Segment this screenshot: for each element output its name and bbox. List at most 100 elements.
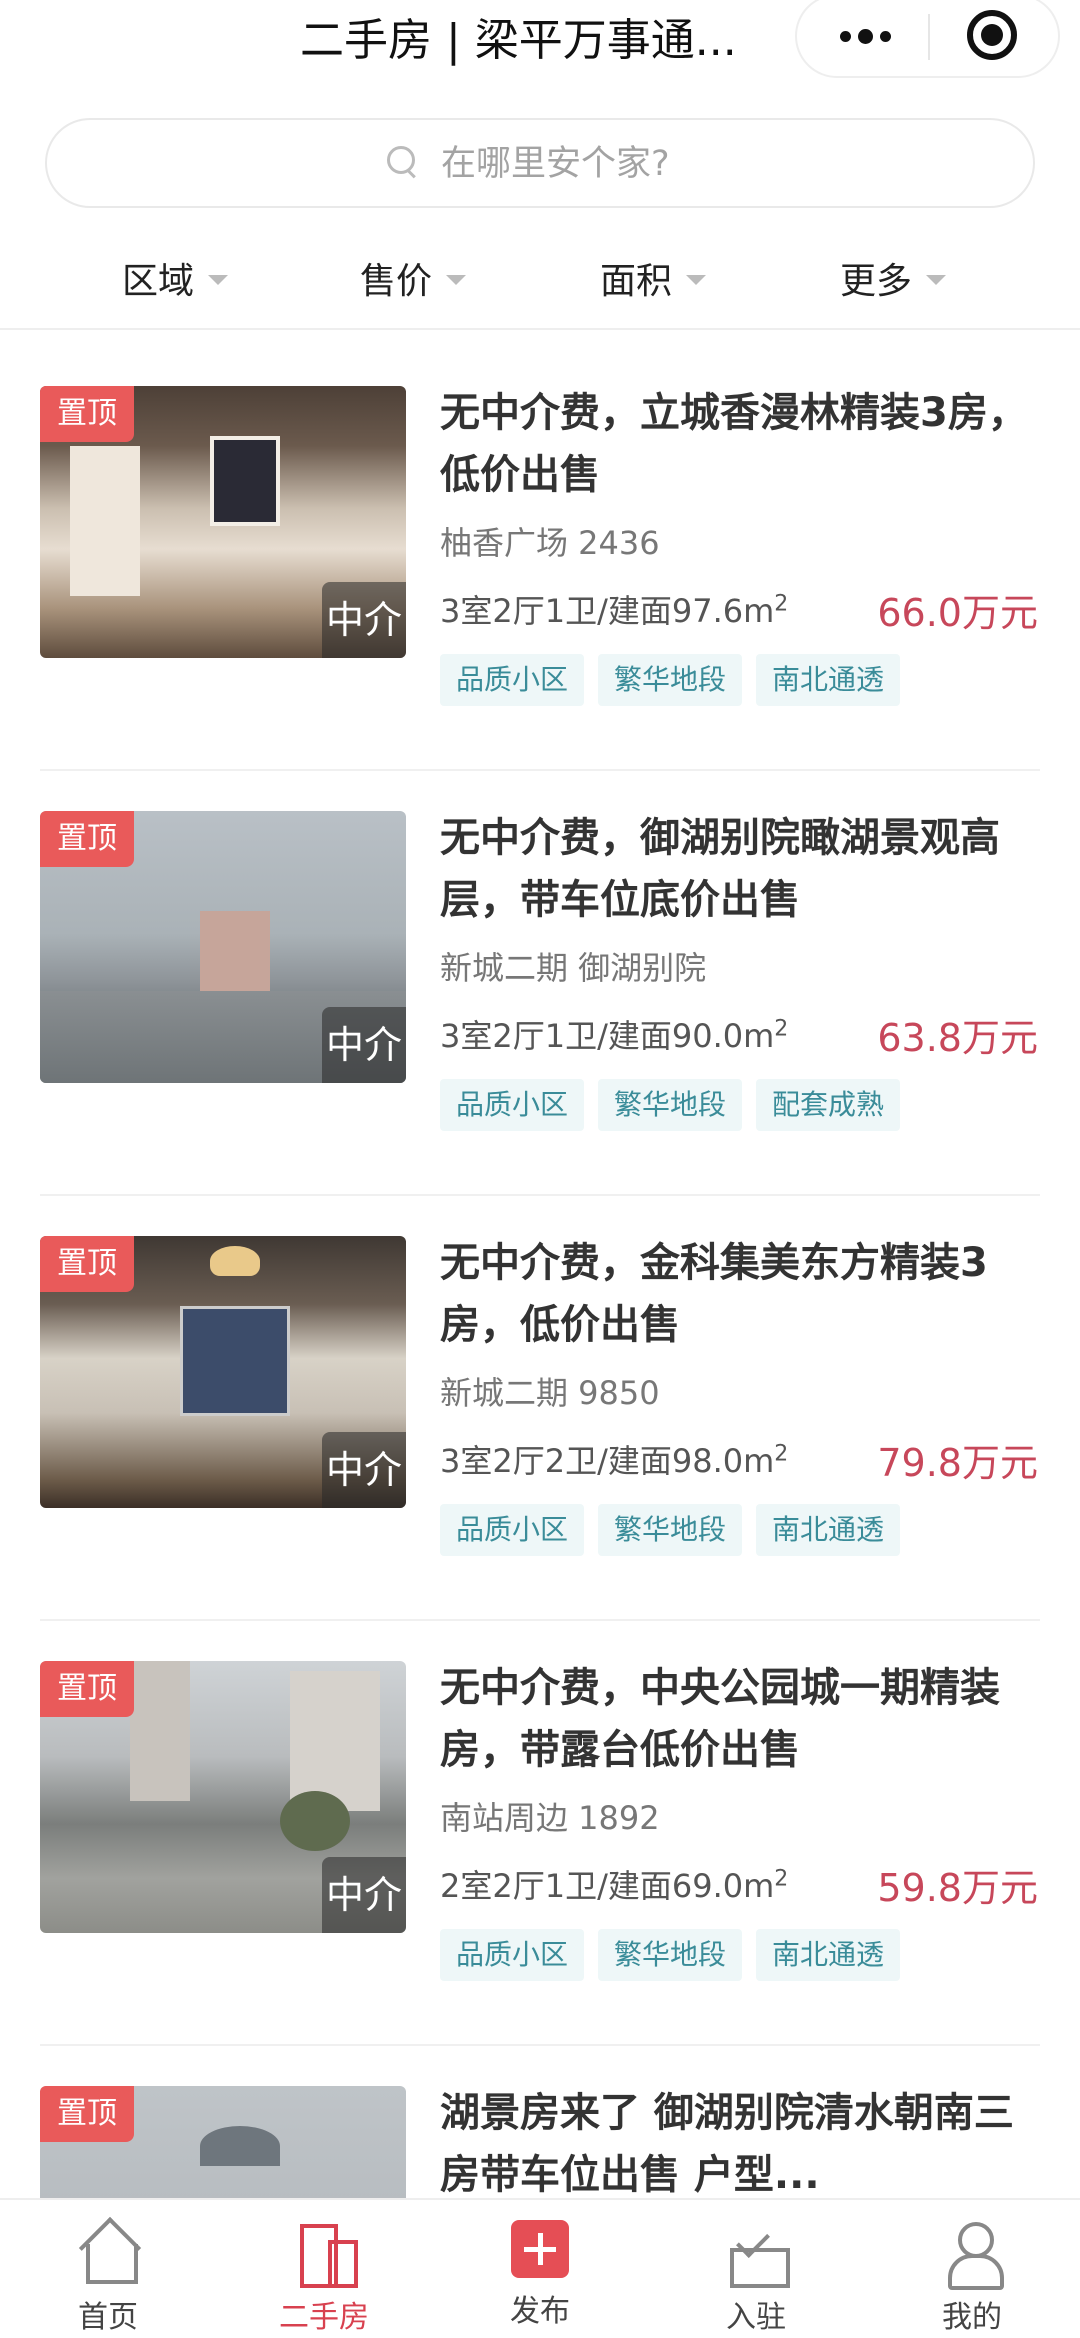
listing-spec: 3室2厅1卫/建面90.0m2 bbox=[440, 1011, 788, 1057]
agent-badge: 中介 bbox=[322, 1007, 406, 1083]
feature-tag: 品质小区 bbox=[440, 1504, 585, 1556]
feature-tag: 配套成熟 bbox=[756, 1079, 901, 1131]
search-icon bbox=[387, 146, 419, 178]
feature-tag: 繁华地段 bbox=[598, 654, 743, 706]
listing-photo[interactable]: 置顶 bbox=[40, 2086, 406, 2198]
listing-title[interactable]: 无中介费，金科集美东方精装3房，低价出售 bbox=[440, 1232, 1040, 1356]
listing-photo[interactable]: 置顶 中介 bbox=[40, 1236, 406, 1508]
feature-tag: 南北通透 bbox=[756, 1929, 901, 1981]
spec-text: 3室2厅1卫/建面97.6m bbox=[440, 592, 775, 630]
tag-list: 品质小区 繁华地段 南北通透 bbox=[440, 1929, 901, 1981]
search-bar[interactable] bbox=[45, 118, 1035, 208]
listing-title[interactable]: 无中介费，御湖别院瞰湖景观高层，带车位底价出售 bbox=[440, 807, 1040, 931]
feature-tag: 南北通透 bbox=[756, 654, 901, 706]
tag-list: 品质小区 繁华地段 南北通透 bbox=[440, 654, 901, 706]
filter-bar: 区域 售价 面积 更多 bbox=[0, 230, 1080, 330]
dropdown-arrow-icon bbox=[926, 275, 947, 285]
listing-spec: 3室2厅2卫/建面98.0m2 bbox=[440, 1436, 788, 1482]
listing-card[interactable]: 置顶 中介 无中介费，御湖别院瞰湖景观高层，带车位底价出售 新城二期 御湖别院 … bbox=[0, 771, 1080, 1196]
filter-label: 区域 bbox=[122, 261, 195, 302]
feature-tag: 繁华地段 bbox=[598, 1079, 743, 1131]
tag-list: 品质小区 繁华地段 南北通透 bbox=[440, 1504, 901, 1556]
filter-label: 售价 bbox=[360, 261, 433, 302]
tab-home[interactable]: 首页 bbox=[48, 2210, 168, 2335]
listing-title[interactable]: 湖景房来了 御湖别院清水朝南三房带车位出售 户型... bbox=[440, 2082, 1040, 2198]
tab-mine[interactable]: 我的 bbox=[912, 2210, 1032, 2335]
spec-sup: 2 bbox=[774, 591, 789, 617]
pinned-badge: 置顶 bbox=[40, 1661, 134, 1717]
tab-label: 发布 bbox=[510, 2294, 570, 2329]
listing-price: 66.0万元 bbox=[877, 591, 1038, 635]
spec-text: 3室2厅2卫/建面98.0m bbox=[440, 1442, 775, 1480]
listing-price: 79.8万元 bbox=[877, 1441, 1038, 1485]
tab-label: 二手房 bbox=[279, 2300, 369, 2335]
filter-label: 面积 bbox=[600, 261, 673, 302]
tab-publish[interactable]: 发布 bbox=[480, 2210, 600, 2334]
user-icon bbox=[940, 2220, 1004, 2290]
listing-title[interactable]: 无中介费，立城香漫林精装3房，低价出售 bbox=[440, 382, 1040, 506]
listing-price: 63.8万元 bbox=[877, 1016, 1038, 1060]
tag-list: 品质小区 繁华地段 配套成熟 bbox=[440, 1079, 901, 1131]
tab-second-hand[interactable]: 二手房 bbox=[264, 2210, 384, 2335]
app-header: 二手房 | 梁平万事通... bbox=[0, 0, 1080, 82]
photo-detail bbox=[70, 446, 140, 596]
spec-text: 3室2厅1卫/建面90.0m bbox=[440, 1017, 775, 1055]
listing-spec: 2室2厅1卫/建面69.0m2 bbox=[440, 1861, 788, 1907]
spec-sup: 2 bbox=[774, 1866, 789, 1892]
tab-settle-in[interactable]: 入驻 bbox=[696, 2210, 816, 2335]
pinned-badge: 置顶 bbox=[40, 2086, 134, 2142]
feature-tag: 品质小区 bbox=[440, 654, 585, 706]
photo-detail bbox=[130, 1661, 190, 1801]
photo-detail bbox=[210, 1246, 260, 1276]
dropdown-arrow-icon bbox=[446, 275, 467, 285]
pinned-badge: 置顶 bbox=[40, 386, 134, 442]
filter-more[interactable]: 更多 bbox=[840, 248, 947, 308]
listing-photo[interactable]: 置顶 中介 bbox=[40, 1661, 406, 1933]
spec-sup: 2 bbox=[774, 1016, 789, 1042]
feature-tag: 品质小区 bbox=[440, 1079, 585, 1131]
listing-card[interactable]: 置顶 中介 无中介费，金科集美东方精装3房，低价出售 新城二期 9850 3室2… bbox=[0, 1196, 1080, 1621]
photo-detail bbox=[180, 1306, 290, 1416]
photo-detail bbox=[200, 2126, 280, 2166]
listing-photo[interactable]: 置顶 中介 bbox=[40, 386, 406, 658]
filter-area[interactable]: 面积 bbox=[600, 248, 707, 308]
agent-badge: 中介 bbox=[322, 1857, 406, 1933]
listing-title[interactable]: 无中介费，中央公园城一期精装房，带露台低价出售 bbox=[440, 1657, 1040, 1781]
agent-badge: 中介 bbox=[322, 582, 406, 658]
feature-tag: 南北通透 bbox=[756, 1504, 901, 1556]
search-input[interactable] bbox=[441, 138, 841, 190]
feature-tag: 繁华地段 bbox=[598, 1929, 743, 1981]
tab-label: 首页 bbox=[78, 2300, 138, 2335]
dropdown-arrow-icon bbox=[686, 275, 707, 285]
listing-location: 新城二期 御湖别院 bbox=[440, 949, 707, 987]
add-icon bbox=[511, 2220, 569, 2278]
pinned-badge: 置顶 bbox=[40, 1236, 134, 1292]
close-target-icon[interactable] bbox=[967, 10, 1017, 60]
filter-region[interactable]: 区域 bbox=[122, 248, 229, 308]
listing-card[interactable]: 置顶 中介 无中介费，中央公园城一期精装房，带露台低价出售 南站周边 1892 … bbox=[0, 1621, 1080, 2046]
home-icon bbox=[76, 2220, 140, 2284]
tab-label: 入驻 bbox=[726, 2300, 786, 2335]
listing-card[interactable]: 置顶 湖景房来了 御湖别院清水朝南三房带车位出售 户型... bbox=[0, 2046, 1080, 2198]
tab-label: 我的 bbox=[942, 2300, 1002, 2335]
mini-program-capsule bbox=[795, 0, 1060, 78]
listing-spec: 3室2厅1卫/建面97.6m2 bbox=[440, 586, 788, 632]
filter-price[interactable]: 售价 bbox=[360, 248, 467, 308]
filter-label: 更多 bbox=[840, 261, 913, 302]
dropdown-arrow-icon bbox=[208, 275, 229, 285]
building-icon bbox=[292, 2220, 358, 2288]
capsule-divider bbox=[928, 14, 930, 60]
more-menu-icon[interactable] bbox=[830, 0, 900, 76]
pinned-badge: 置顶 bbox=[40, 811, 134, 867]
photo-detail bbox=[280, 1791, 350, 1851]
bottom-tab-bar: 首页 二手房 发布 入驻 我的 bbox=[0, 2198, 1080, 2338]
spec-sup: 2 bbox=[774, 1441, 789, 1467]
spec-text: 2室2厅1卫/建面69.0m bbox=[440, 1867, 775, 1905]
page-title: 二手房 | 梁平万事通... bbox=[300, 15, 737, 66]
photo-detail bbox=[200, 911, 270, 991]
feature-tag: 品质小区 bbox=[440, 1929, 585, 1981]
listing-card[interactable]: 置顶 中介 无中介费，立城香漫林精装3房，低价出售 柚香广场 2436 3室2厅… bbox=[0, 346, 1080, 771]
photo-detail bbox=[290, 1671, 380, 1811]
listing-photo[interactable]: 置顶 中介 bbox=[40, 811, 406, 1083]
listing-location: 柚香广场 2436 bbox=[440, 524, 660, 562]
